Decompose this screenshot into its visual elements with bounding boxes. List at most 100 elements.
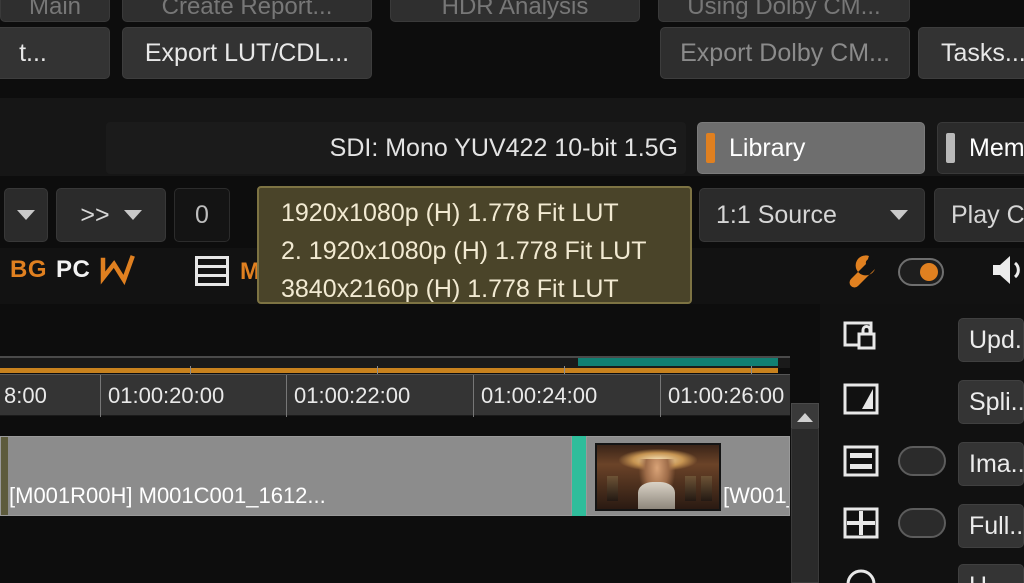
speaker-icon[interactable]	[990, 252, 1024, 288]
mems-label: Mems	[969, 133, 1024, 162]
fullscreen-button[interactable]: Full...	[958, 504, 1024, 548]
playhead[interactable]	[572, 436, 586, 516]
circle-icon[interactable]	[843, 566, 881, 583]
lut-preset-line-1[interactable]: 2. 1920x1080p (H) 1.778 Fit LUT	[281, 232, 690, 270]
mems-button[interactable]: Mems	[937, 122, 1024, 174]
export-truncated-button[interactable]: t...	[0, 27, 110, 79]
lut-preset-line-0[interactable]: 1920x1080p (H) 1.778 Fit LUT	[281, 194, 690, 232]
timecode-label: 01:00:22:00	[294, 383, 411, 408]
ruler-tick	[660, 375, 661, 417]
bg-toggle-tag[interactable]: BG	[10, 256, 47, 284]
play-label: Play C	[951, 200, 1024, 229]
ruler-minor-tick	[751, 366, 752, 374]
play-button[interactable]: Play C	[934, 188, 1024, 242]
grid-plus-icon-glyph	[843, 507, 879, 539]
audio-toggle-track	[898, 258, 944, 286]
chevron-down-icon	[123, 210, 142, 220]
toolbar-top-button-label: Create Report...	[161, 0, 333, 20]
export-dolby-cm-label: Export Dolby CM...	[680, 38, 890, 67]
lut-preset-tooltip: 1920x1080p (H) 1.778 Fit LUT 2. 1920x108…	[257, 186, 692, 304]
highlight-label: H...	[969, 572, 1008, 583]
scanlines-icon-glyph	[195, 256, 229, 286]
toolbar-top-button-label: Using Dolby CM...	[687, 0, 881, 20]
timeline-clip[interactable]: [W001_	[586, 436, 790, 516]
clip-left-handle[interactable]	[1, 437, 8, 515]
vertical-scrollbar[interactable]	[791, 428, 819, 583]
ruler-minor-tick	[190, 366, 191, 374]
export-dolby-cm-button[interactable]: Export Dolby CM...	[660, 27, 910, 79]
waveform-icon[interactable]	[100, 254, 140, 286]
timeline-render-bar-orange	[0, 368, 778, 373]
export-lut-cdl-label: Export LUT/CDL...	[144, 38, 350, 67]
export-truncated-label: t...	[19, 38, 47, 67]
sdi-status-readout: SDI: Mono YUV422 10-bit 1.5G	[106, 122, 686, 174]
video-track[interactable]: [M001R00H] M001C001_1612... [W001_	[0, 428, 790, 540]
fullscreen-label: Full...	[969, 511, 1024, 540]
dropdown-chevron-button[interactable]	[4, 188, 48, 242]
frame-number-input[interactable]: 0	[174, 188, 230, 242]
thumbnail-bottle	[606, 475, 618, 502]
toolbar-top-button-3[interactable]: Using Dolby CM...	[658, 0, 910, 22]
mems-indicator	[946, 133, 955, 163]
sdi-status-text: SDI: Mono YUV422 10-bit 1.5G	[329, 133, 678, 162]
toolbar-top-button-2[interactable]: HDR Analysis	[390, 0, 640, 22]
frame-number-value: 0	[195, 200, 209, 229]
audio-toggle-knob	[920, 263, 938, 281]
highlight-button[interactable]: H...	[958, 564, 1024, 583]
library-button[interactable]: Library	[697, 122, 925, 174]
clip-name: [M001R00H] M001C001_1612...	[9, 483, 326, 508]
zoom-level-value: 1:1 Source	[716, 200, 837, 229]
bg-tag-label: BG	[10, 256, 47, 283]
split-label: Spli...	[969, 387, 1024, 416]
thumbnail-subject-dress	[638, 482, 676, 509]
skip-forward-button[interactable]: >>	[56, 188, 166, 242]
timecode-label: 01:00:24:00	[481, 383, 598, 408]
fullscreen-toggle[interactable]	[898, 508, 946, 538]
export-lut-cdl-button[interactable]: Export LUT/CDL...	[122, 27, 372, 79]
ruler-tick	[473, 375, 474, 417]
ruler-tick	[286, 375, 287, 417]
pc-toggle-tag[interactable]: PC	[56, 256, 90, 284]
tasks-button[interactable]: Tasks...	[918, 27, 1024, 79]
app-window: Main Create Report... HDR Analysis Using…	[0, 0, 1024, 583]
wrench-icon-glyph	[849, 255, 875, 288]
thumbnail-bottle	[700, 475, 712, 502]
pc-tag-label: PC	[56, 256, 91, 283]
thumbnail-bottle	[684, 475, 696, 502]
h-split-icon[interactable]	[843, 444, 881, 478]
timecode-ruler[interactable]: 8:00 01:00:20:00 01:00:22:00 01:00:24:00…	[0, 374, 790, 417]
clip-name: [W001_	[723, 483, 789, 508]
audio-enable-toggle[interactable]	[898, 258, 944, 286]
split-wipe-icon[interactable]	[843, 382, 881, 416]
split-wipe-icon-glyph	[843, 383, 879, 415]
toolbar-top-button-label: Main	[28, 0, 82, 20]
caret-up-icon	[797, 412, 813, 422]
h-split-icon-glyph	[843, 445, 879, 477]
grid-plus-icon[interactable]	[843, 506, 881, 540]
ruler-minor-tick	[377, 366, 378, 374]
image-wipe-toggle[interactable]	[898, 446, 946, 476]
clip-thumbnail	[595, 443, 721, 511]
scanlines-icon[interactable]	[195, 256, 229, 286]
ruler-minor-tick	[564, 366, 565, 374]
toolbar-top-button-1[interactable]: Create Report...	[122, 0, 372, 22]
toolbar-top-button-0[interactable]: Main	[0, 0, 110, 22]
wrench-icon[interactable]	[840, 252, 880, 290]
timeline-ruler-area[interactable]: 8:00 01:00:20:00 01:00:22:00 01:00:24:00…	[0, 356, 790, 428]
chevron-down-icon	[17, 210, 35, 220]
toolbar-top-button-label: HDR Analysis	[441, 0, 589, 20]
timeline-clip[interactable]: [M001R00H] M001C001_1612...	[0, 436, 572, 516]
update-button[interactable]: Upd...	[958, 318, 1024, 362]
split-button[interactable]: Spli...	[958, 380, 1024, 424]
image-button[interactable]: Ima...	[958, 442, 1024, 486]
speaker-icon-glyph	[993, 256, 1020, 284]
chevron-down-icon	[890, 210, 908, 220]
update-label: Upd...	[969, 325, 1023, 354]
zoom-level-select[interactable]: 1:1 Source	[699, 188, 925, 242]
snapshot-lock-icon-glyph	[843, 321, 876, 350]
snapshot-lock-icon[interactable]	[843, 320, 881, 354]
scroll-up-button[interactable]	[791, 403, 819, 431]
ruler-tick	[100, 375, 101, 417]
skip-forward-label: >>	[80, 200, 110, 229]
lut-preset-line-2[interactable]: 3840x2160p (H) 1.778 Fit LUT	[281, 270, 690, 308]
